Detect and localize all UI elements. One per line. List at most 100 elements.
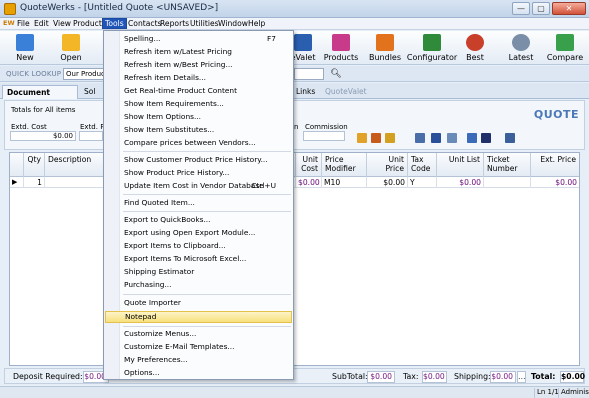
menu-separator xyxy=(123,194,291,195)
column-ticket-number[interactable]: Ticket Number xyxy=(484,153,531,177)
tax-value[interactable]: $0.00 xyxy=(422,371,447,383)
menu-file[interactable]: File xyxy=(15,19,32,28)
menu-item-email-templates[interactable]: Customize E-Mail Templates... xyxy=(105,341,292,353)
menu-item-options[interactable]: Show Item Options... xyxy=(105,111,292,123)
cell-tax-code[interactable]: Y xyxy=(408,177,437,188)
menu-item-customer-price-history[interactable]: Show Customer Product Price History... xyxy=(105,154,292,166)
bundles-button[interactable]: Bundles xyxy=(361,31,409,65)
cell-unit-cost[interactable]: $0.00 xyxy=(296,177,322,188)
column-price-modifier[interactable]: Price Modifier xyxy=(322,153,367,177)
p-icon[interactable] xyxy=(481,133,491,143)
cell-price-modifier[interactable]: M10 xyxy=(322,177,367,188)
menu-item-notepad[interactable]: Notepad xyxy=(105,311,292,323)
menu-item-update-cost[interactable]: Update Item Cost in Vendor Database Ctrl+… xyxy=(105,180,292,192)
menu-reports[interactable]: Reports xyxy=(158,19,191,28)
menu-item-spelling[interactable]: Spelling... F7 xyxy=(105,33,292,45)
minimize-button[interactable]: — xyxy=(512,2,530,15)
menu-item-realtime-content[interactable]: Get Real-time Product Content xyxy=(105,85,292,97)
items-grid[interactable]: Qty Description Unit Cost Price Modifier… xyxy=(9,152,580,366)
search-icon[interactable]: 🔍︎ xyxy=(330,68,342,80)
table-row[interactable]: ▶ 1 $0.00 M10 $0.00 Y $0.00 $0.00 xyxy=(10,177,579,188)
menu-item-preferences[interactable]: My Preferences... xyxy=(105,354,292,366)
folder-icon xyxy=(62,34,80,51)
best-button[interactable]: Best xyxy=(451,31,499,65)
tab-sol[interactable]: Sol xyxy=(80,85,99,99)
menu-item-export-open-module[interactable]: Export using Open Export Module... xyxy=(105,227,292,239)
menu-item-refresh-latest[interactable]: Refresh item w/Latest Pricing xyxy=(105,46,292,58)
subtotal-label: SubTotal: xyxy=(332,372,368,381)
menu-view[interactable]: View xyxy=(51,19,73,28)
compare-button[interactable]: Compare xyxy=(541,31,589,65)
menu-help[interactable]: Help xyxy=(246,19,267,28)
shipping-value[interactable]: $0.00 xyxy=(490,371,516,383)
quotewerks-app-icon[interactable] xyxy=(4,3,16,15)
current-user: Administrator xyxy=(558,388,589,398)
menu-separator xyxy=(123,151,291,152)
menu-item-quote-importer[interactable]: Quote Importer xyxy=(105,297,292,309)
new-icon xyxy=(16,34,34,51)
main-toolbar: New Open eValet Products Bundles Configu… xyxy=(0,31,589,65)
row-selector-header xyxy=(10,153,24,177)
quick-lookup-field[interactable] xyxy=(294,68,324,80)
menu-window[interactable]: Window xyxy=(216,19,250,28)
latest-button[interactable]: Latest xyxy=(497,31,545,65)
menu-item-export-excel[interactable]: Export Items To Microsoft Excel... xyxy=(105,253,292,265)
menu-item-shipping-estimator[interactable]: Shipping Estimator xyxy=(105,266,292,278)
tab-links[interactable]: Links xyxy=(292,85,319,99)
close-button[interactable]: ✕ xyxy=(552,2,586,15)
open-button[interactable]: Open xyxy=(47,31,95,65)
menu-item-export-quickbooks[interactable]: Export to QuickBooks... xyxy=(105,214,292,226)
cell-unit-list[interactable]: $0.00 xyxy=(437,177,484,188)
total-label: Total: xyxy=(531,372,556,381)
column-unit-list[interactable]: Unit List xyxy=(437,153,484,177)
options-icon[interactable] xyxy=(505,133,515,143)
menu-item-compare-vendors[interactable]: Compare prices between Vendors... xyxy=(105,137,292,149)
menu-separator xyxy=(123,211,291,212)
status-bar: Ln 1/1 Administrator xyxy=(0,386,589,398)
tab-document-items[interactable]: Document Items xyxy=(2,85,78,110)
image-icon[interactable] xyxy=(447,133,457,143)
extd-price-label: Extd. P xyxy=(80,123,105,131)
shortcut-f7: F7 xyxy=(267,34,276,43)
menu-item-export-clipboard[interactable]: Export Items to Clipboard... xyxy=(105,240,292,252)
menu-item-purchasing[interactable]: Purchasing... xyxy=(105,279,292,291)
menu-item-substitutes[interactable]: Show Item Substitutes... xyxy=(105,124,292,136)
menu-item-customize-menus[interactable]: Customize Menus... xyxy=(105,328,292,340)
menu-tools[interactable]: Tools xyxy=(102,18,127,29)
insert-item-icon[interactable] xyxy=(385,133,395,143)
menu-item-options-settings[interactable]: Options... xyxy=(105,367,292,379)
menu-edit[interactable]: Edit xyxy=(32,19,51,28)
maximize-button[interactable]: ▢ xyxy=(532,2,550,15)
product-icon[interactable] xyxy=(371,133,381,143)
properties-icon[interactable] xyxy=(467,133,477,143)
menu-item-refresh-details[interactable]: Refresh item Details... xyxy=(105,72,292,84)
cell-qty[interactable]: 1 xyxy=(24,177,45,188)
menu-item-label: Spelling... xyxy=(124,34,161,43)
column-unit-price[interactable]: Unit Price xyxy=(367,153,408,177)
column-ext-price[interactable]: Ext. Price xyxy=(531,153,579,177)
products-button[interactable]: Products xyxy=(317,31,365,65)
format-icon[interactable] xyxy=(415,133,425,143)
column-qty[interactable]: Qty xyxy=(24,153,45,177)
tab-quotevalet[interactable]: QuoteValet xyxy=(321,85,371,99)
title-bar: QuoteWerks - [Untitled Quote <UNSAVED>] … xyxy=(0,0,589,18)
shipping-estimator-button[interactable]: … xyxy=(517,371,526,383)
cell-ticket-number[interactable] xyxy=(484,177,531,188)
column-unit-cost[interactable]: Unit Cost xyxy=(296,153,322,177)
menu-item-label: Update Item Cost in Vendor Database xyxy=(124,181,264,190)
menu-item-find-quoted[interactable]: Find Quoted Item... xyxy=(105,197,292,209)
menu-item-refresh-best[interactable]: Refresh item w/Best Pricing... xyxy=(105,59,292,71)
best-label: Best xyxy=(466,53,484,62)
new-button[interactable]: New xyxy=(1,31,49,65)
cell-unit-price[interactable]: $0.00 xyxy=(367,177,408,188)
autoquote-icon[interactable] xyxy=(431,133,441,143)
row-pointer-icon: ▶ xyxy=(10,177,24,188)
quick-lookup-input[interactable]: Our Product xyxy=(63,68,105,80)
column-tax-code[interactable]: Tax Code xyxy=(408,153,437,177)
cell-ext-price[interactable]: $0.00 xyxy=(531,177,579,188)
item-tool-icon[interactable] xyxy=(357,133,367,143)
menu-item-requirements[interactable]: Show Item Requirements... xyxy=(105,98,292,110)
total-value: $0.00 xyxy=(560,371,586,383)
shortcut-ctrl-u: Ctrl+U xyxy=(251,181,276,190)
menu-item-product-price-history[interactable]: Show Product Price History... xyxy=(105,167,292,179)
